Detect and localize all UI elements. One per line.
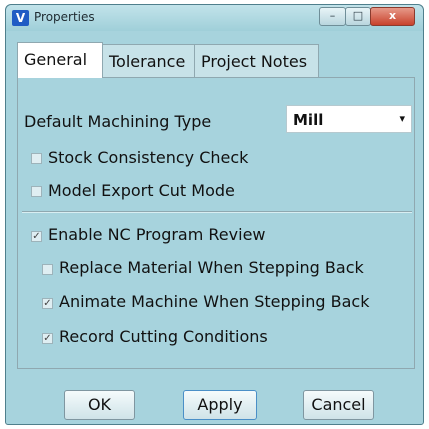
- section-divider: [22, 211, 412, 213]
- tab-project-notes[interactable]: Project Notes: [194, 44, 319, 78]
- window-title: Properties: [34, 10, 95, 24]
- maximize-button[interactable]: □: [345, 7, 371, 26]
- tab-general[interactable]: General: [17, 42, 103, 78]
- app-icon: V: [12, 10, 29, 26]
- record-cutting-conditions-label: Record Cutting Conditions: [59, 327, 268, 346]
- animate-machine-label: Animate Machine When Stepping Back: [59, 292, 370, 311]
- model-export-cut-mode-label: Model Export Cut Mode: [48, 181, 235, 200]
- model-export-cut-mode-checkbox[interactable]: [31, 186, 42, 197]
- stock-consistency-label: Stock Consistency Check: [48, 148, 249, 167]
- title-bar[interactable]: V Properties – □ x: [6, 5, 423, 31]
- replace-material-label: Replace Material When Stepping Back: [59, 258, 364, 277]
- machining-type-select[interactable]: Mill ▾: [286, 105, 412, 133]
- ok-button[interactable]: OK: [64, 390, 135, 420]
- replace-material-checkbox[interactable]: [42, 264, 53, 275]
- enable-nc-review-checkbox[interactable]: ✓: [31, 231, 42, 242]
- enable-nc-review-label: Enable NC Program Review: [48, 225, 266, 244]
- machining-type-value: Mill: [293, 111, 324, 129]
- animate-machine-checkbox[interactable]: ✓: [42, 298, 53, 309]
- apply-button[interactable]: Apply: [183, 390, 257, 420]
- record-cutting-conditions-checkbox[interactable]: ✓: [42, 333, 53, 344]
- tab-tolerance[interactable]: Tolerance: [102, 44, 195, 78]
- cancel-button[interactable]: Cancel: [303, 390, 374, 420]
- machining-type-label: Default Machining Type: [24, 112, 212, 131]
- minimize-button[interactable]: –: [319, 7, 346, 26]
- chevron-down-icon: ▾: [399, 112, 405, 125]
- close-button[interactable]: x: [370, 7, 415, 26]
- stock-consistency-checkbox[interactable]: [31, 153, 42, 164]
